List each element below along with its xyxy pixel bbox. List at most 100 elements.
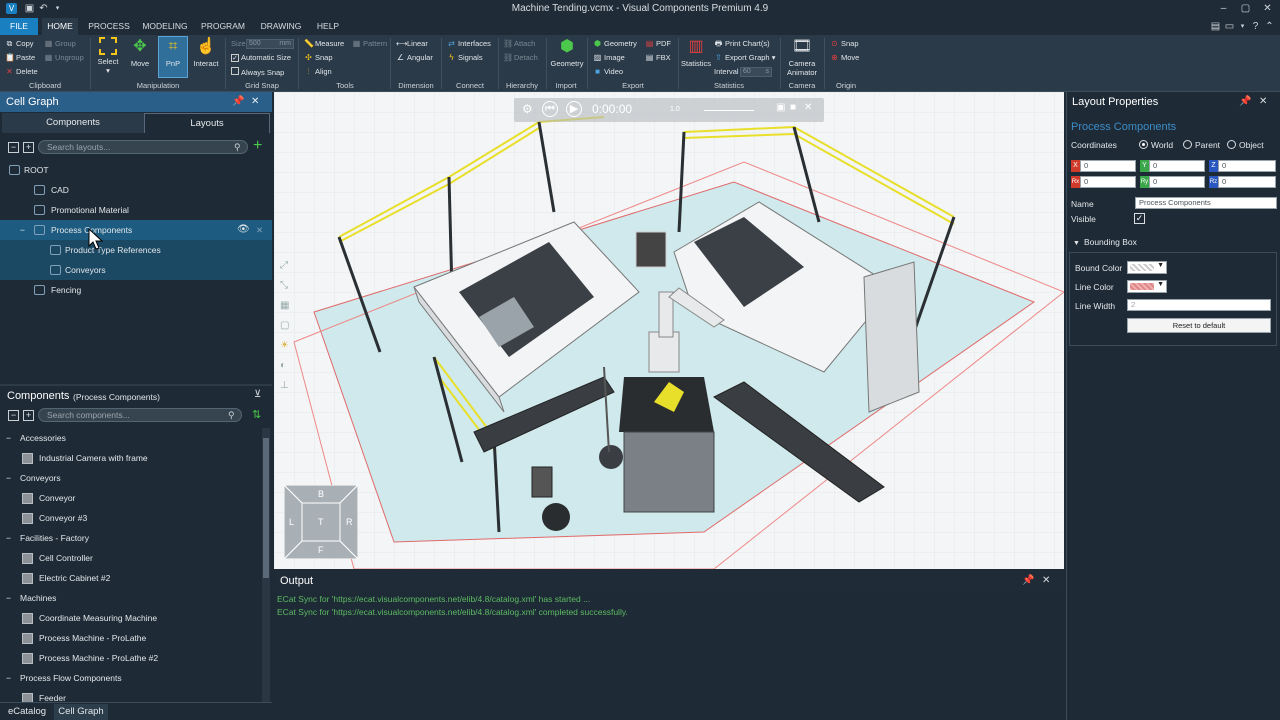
attach-button[interactable]: ⛓Attach <box>503 39 535 49</box>
collapse-icon[interactable]: − <box>6 468 11 488</box>
3d-scene[interactable] <box>274 92 1064 569</box>
collapse-icon[interactable]: − <box>6 668 11 688</box>
camera-animator-button[interactable]: 🎞 Camera Animator <box>782 37 822 77</box>
origin-snap-button[interactable]: ⊙ Snap <box>830 39 858 49</box>
nav-cube-bottom[interactable]: F <box>318 545 324 555</box>
component-item[interactable]: Coordinate Measuring Machine <box>0 608 262 628</box>
group-button[interactable]: ▦ Group <box>44 39 76 49</box>
tree-item-promotional-material[interactable]: Promotional Material <box>0 200 272 220</box>
menu-process[interactable]: PROCESS <box>86 18 132 35</box>
component-item[interactable]: Process Machine - ProLathe <box>0 628 262 648</box>
nav-cube-left[interactable]: L <box>289 517 294 527</box>
y-field[interactable]: 0 <box>1149 160 1205 172</box>
menu-drawing[interactable]: DRAWING <box>256 18 306 35</box>
zoom-selection-icon[interactable]: ⤡ <box>280 280 288 291</box>
view-cube-icon[interactable]: ▢ <box>280 320 289 331</box>
interact-button[interactable]: ☝ Interact <box>191 37 221 68</box>
nav-cube-right[interactable]: R <box>346 517 353 527</box>
copy-button[interactable]: ⧉ Copy <box>5 39 34 49</box>
visible-checkbox[interactable]: ✓ <box>1134 213 1145 224</box>
ry-field[interactable]: 0 <box>1149 176 1205 188</box>
expand-all-icon[interactable]: + <box>23 142 34 153</box>
light-icon[interactable]: ☀ <box>280 340 289 351</box>
group-conveyors[interactable]: − Conveyors <box>0 468 262 488</box>
automatic-size-checkbox[interactable]: ✓ Automatic Size <box>231 53 291 63</box>
pin-icon[interactable]: 📌 <box>1239 96 1251 107</box>
tab-components[interactable]: Components <box>2 113 144 133</box>
collapse-icon[interactable]: − <box>6 588 11 608</box>
group-facilities-factory[interactable]: − Facilities - Factory <box>0 528 262 548</box>
coordinates-parent-radio[interactable]: Parent <box>1183 140 1220 150</box>
components-search-input[interactable]: Search components... <box>38 408 242 422</box>
delete-button[interactable]: ✕ Delete <box>5 67 38 77</box>
collapse-all-icon[interactable]: − <box>8 410 19 421</box>
visibility-eye-icon[interactable]: 👁 <box>237 220 250 240</box>
add-layout-icon[interactable]: + <box>253 137 262 155</box>
close-icon[interactable]: ✕ <box>1042 575 1050 586</box>
minimize-icon[interactable]: – <box>1218 3 1229 14</box>
pattern-button[interactable]: ▦ Pattern <box>352 39 387 49</box>
expand-all-icon[interactable]: + <box>23 410 34 421</box>
angular-button[interactable]: ∠ Angular <box>396 53 433 63</box>
tree-item-product-type-references[interactable]: Product Type References <box>0 240 272 260</box>
pin-icon[interactable]: 📌 <box>1022 575 1034 586</box>
export-fbx-button[interactable]: ▤ FBX <box>645 53 671 63</box>
export-video-button[interactable]: ■ Video <box>593 67 623 77</box>
render-mode-icon[interactable]: ◐ <box>280 360 286 371</box>
reset-to-default-button[interactable]: Reset to default <box>1127 318 1271 333</box>
close-icon[interactable]: ✕ <box>251 96 259 107</box>
maximize-icon[interactable]: ▢ <box>1240 3 1251 14</box>
axis-icon[interactable]: ⊥ <box>280 380 289 391</box>
sim-settings-gear-icon[interactable]: ⚙ <box>522 102 533 116</box>
grid-size-input[interactable]: 500 mm <box>246 39 294 49</box>
coordinates-object-radio[interactable]: Object <box>1227 140 1264 150</box>
interfaces-button[interactable]: ⇄ Interfaces <box>447 39 491 49</box>
rx-field[interactable]: 0 <box>1080 176 1136 188</box>
pin-icon[interactable]: 📌 <box>232 96 244 107</box>
tree-item-fencing[interactable]: Fencing <box>0 280 272 300</box>
tree-item-process-components[interactable]: − Process Components 👁 ✕ <box>0 220 272 240</box>
menu-modeling[interactable]: MODELING <box>140 18 190 35</box>
export-image-button[interactable]: ▨ Image <box>593 53 625 63</box>
tab-cell-graph[interactable]: Cell Graph <box>54 704 108 720</box>
nav-cube-top[interactable]: T <box>318 517 324 527</box>
collapse-icon[interactable]: − <box>20 220 25 240</box>
export-graph-button[interactable]: ⇪ Export Graph ▾ <box>714 53 775 63</box>
reset-icon[interactable]: ⏮ <box>542 101 558 117</box>
x-field[interactable]: 0 <box>1080 160 1136 172</box>
tree-item-cad[interactable]: CAD <box>0 180 272 200</box>
record-video-icon[interactable]: ■ <box>790 102 796 113</box>
ribbon-collapse-icon[interactable]: ⌃ <box>1264 21 1275 32</box>
group-machines[interactable]: − Machines <box>0 588 262 608</box>
always-snap-checkbox[interactable]: Always Snap <box>231 67 284 78</box>
screenshot-icon[interactable]: ▣ <box>776 102 785 113</box>
paste-button[interactable]: 📋Paste <box>5 53 35 63</box>
restore-icon[interactable]: ▭ <box>1224 21 1235 32</box>
group-accessories[interactable]: − Accessories <box>0 428 262 448</box>
tree-item-root[interactable]: ROOT <box>0 160 272 180</box>
navigation-cube[interactable]: B L T R F <box>284 485 358 559</box>
collapse-icon[interactable]: − <box>6 428 11 448</box>
component-item[interactable]: Process Machine - ProLathe #2 <box>0 648 262 668</box>
export-pdf-button[interactable]: ▤ PDF <box>645 39 671 49</box>
bounding-box-section[interactable]: ▼ Bounding Box <box>1073 237 1137 247</box>
collapse-all-icon[interactable]: − <box>8 142 19 153</box>
speed-slider[interactable] <box>704 110 754 111</box>
close-icon[interactable]: ✕ <box>1262 3 1273 14</box>
statistics-button[interactable]: ▥ Statistics <box>680 37 712 68</box>
layouts-search-input[interactable]: Search layouts... <box>38 140 248 154</box>
pnp-button[interactable]: ⌗ PnP <box>158 36 188 78</box>
print-charts-button[interactable]: 🖶 Print Chart(s) <box>714 39 770 49</box>
scrollbar-thumb[interactable] <box>263 438 269 578</box>
component-item[interactable]: Conveyor #3 <box>0 508 262 528</box>
measure-button[interactable]: 📏Measure <box>304 39 344 49</box>
sim-options-icon[interactable]: ✕ <box>804 102 812 113</box>
line-width-field[interactable]: 2 <box>1127 299 1271 311</box>
menu-file[interactable]: FILE <box>0 18 38 35</box>
signals-button[interactable]: ϟ Signals <box>447 53 482 63</box>
close-icon[interactable]: ✕ <box>1259 96 1267 107</box>
rz-field[interactable]: 0 <box>1218 176 1276 188</box>
layout-icon[interactable]: ▤ <box>1210 21 1221 32</box>
name-field[interactable]: Process Components <box>1135 197 1277 209</box>
tree-item-conveyors[interactable]: Conveyors <box>0 260 272 280</box>
